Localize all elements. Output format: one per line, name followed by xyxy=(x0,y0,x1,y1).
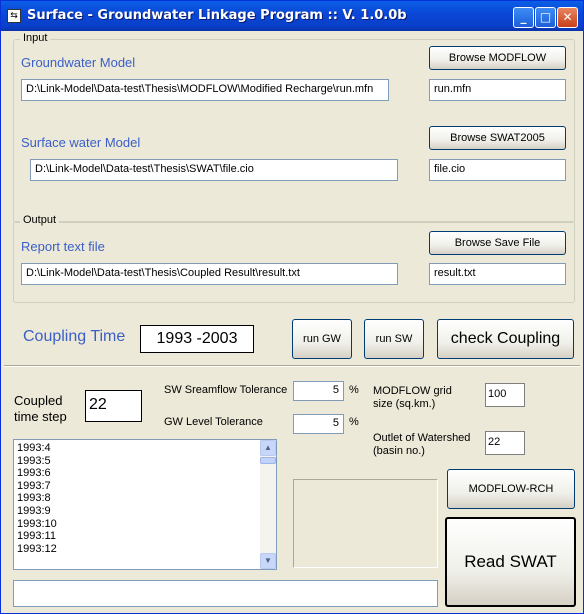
surface-water-file-field[interactable]: file.cio xyxy=(429,159,566,181)
input-legend: Input xyxy=(20,32,51,44)
list-item[interactable]: 1993:12 xyxy=(14,543,276,556)
list-item[interactable]: 1993:6 xyxy=(14,467,276,480)
section-divider xyxy=(4,365,580,367)
title-bar[interactable]: ⇆ Surface - Groundwater Linkage Program … xyxy=(1,1,583,31)
gw-tolerance-percent: % xyxy=(349,416,359,428)
report-path-field[interactable]: D:\Link-Model\Data-test\Thesis\Coupled R… xyxy=(21,263,398,285)
browse-save-file-button[interactable]: Browse Save File xyxy=(429,231,566,255)
list-scrollbar[interactable]: ▲ ▼ xyxy=(260,440,276,569)
coupling-time-label: Coupling Time xyxy=(23,328,126,345)
report-file-field[interactable]: result.txt xyxy=(429,263,566,285)
main-window: ⇆ Surface - Groundwater Linkage Program … xyxy=(0,0,584,614)
output-legend: Output xyxy=(20,214,60,226)
scroll-up-icon[interactable]: ▲ xyxy=(260,440,276,456)
report-text-file-label: Report text file xyxy=(21,239,105,254)
surface-water-model-label: Surface water Model xyxy=(21,135,141,150)
surface-water-path-field[interactable]: D:\Link-Model\Data-test\Thesis\SWAT\file… xyxy=(30,159,398,181)
browse-modflow-button[interactable]: Browse MODFLOW xyxy=(429,46,566,70)
list-item[interactable]: 1993:8 xyxy=(14,492,276,505)
grid-size-field[interactable]: 100 xyxy=(485,383,525,407)
list-item[interactable]: 1993:9 xyxy=(14,505,276,518)
list-item[interactable]: 1993:5 xyxy=(14,455,276,468)
minimize-button[interactable]: _ xyxy=(513,7,534,28)
read-swat-button[interactable]: Read SWAT xyxy=(445,517,576,607)
list-item[interactable]: 1993:11 xyxy=(14,530,276,543)
coupling-period-field[interactable]: 1993 -2003 xyxy=(140,325,254,353)
run-gw-button[interactable]: run GW xyxy=(292,319,352,359)
timestep-list[interactable]: 1993:4 1993:5 1993:6 1993:7 1993:8 1993:… xyxy=(13,439,277,570)
groundwater-path-field[interactable]: D:\Link-Model\Data-test\Thesis\MODFLOW\M… xyxy=(21,79,389,101)
maximize-button[interactable]: □ xyxy=(535,7,556,28)
status-field xyxy=(13,580,438,607)
coupled-time-step-label: Coupled time step xyxy=(14,393,67,424)
groundwater-file-field[interactable]: run.mfn xyxy=(429,79,566,101)
gw-tolerance-field[interactable]: 5 xyxy=(293,414,344,434)
outlet-of-watershed-label: Outlet of Watershed (basin no.) xyxy=(373,432,471,457)
list-item[interactable]: 1993:10 xyxy=(14,518,276,531)
gw-level-tolerance-label: GW Level Tolerance xyxy=(164,416,263,428)
list-item[interactable]: 1993:7 xyxy=(14,480,276,493)
coupled-time-step-field[interactable]: 22 xyxy=(85,390,142,422)
groundwater-model-label: Groundwater Model xyxy=(21,55,136,70)
outlet-basin-field[interactable]: 22 xyxy=(485,431,525,455)
check-coupling-button[interactable]: check Coupling xyxy=(437,319,574,359)
scroll-down-icon[interactable]: ▼ xyxy=(260,553,276,569)
sw-streamflow-tolerance-label: SW Sreamflow Tolerance xyxy=(164,384,288,396)
display-panel xyxy=(293,479,438,568)
modflow-grid-size-label: MODFLOW grid size (sq.km.) xyxy=(373,385,452,410)
sw-tolerance-field[interactable]: 5 xyxy=(293,381,344,401)
modflow-rch-button[interactable]: MODFLOW-RCH xyxy=(447,469,575,509)
window-title: Surface - Groundwater Linkage Program ::… xyxy=(27,8,407,23)
sw-tolerance-percent: % xyxy=(349,384,359,396)
client-area: Input Groundwater Model Browse MODFLOW D… xyxy=(4,31,580,611)
close-button[interactable]: ✕ xyxy=(557,7,578,28)
browse-swat-button[interactable]: Browse SWAT2005 xyxy=(429,126,566,150)
scroll-thumb[interactable] xyxy=(260,457,276,464)
swap-arrows-icon[interactable]: ⇆ xyxy=(7,9,21,23)
list-item[interactable]: 1993:4 xyxy=(14,442,276,455)
run-sw-button[interactable]: run SW xyxy=(364,319,424,359)
